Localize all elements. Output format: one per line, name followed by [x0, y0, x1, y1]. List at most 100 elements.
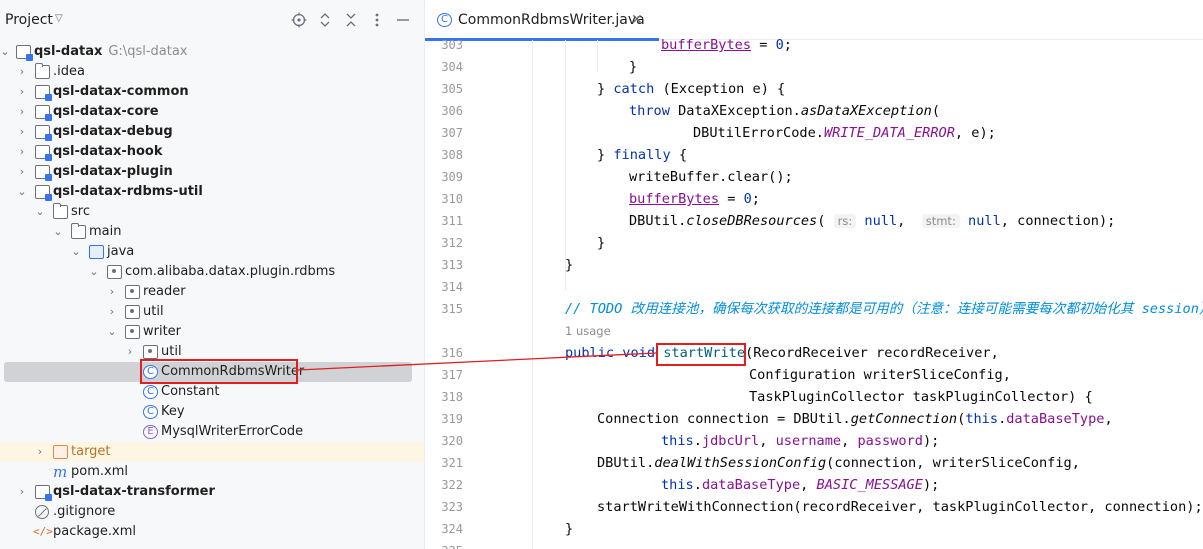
package-icon: [143, 345, 158, 359]
code-line: this.dataBaseType, BASIC_MESSAGE);: [661, 477, 940, 493]
source-folder-icon: [89, 245, 104, 259]
code-line: DBUtil.dealWithSessionConfig(connection,…: [597, 455, 1080, 471]
chevron-down-icon[interactable]: ⌄: [16, 182, 28, 202]
more-options-icon[interactable]: [368, 11, 386, 29]
parameter-hint: stmt:: [921, 214, 960, 228]
indent-guide: [565, 40, 566, 290]
folder-icon: [35, 63, 50, 79]
tree-item-label: qsl-datax-hook: [53, 144, 163, 159]
locate-target-icon[interactable]: [290, 11, 308, 29]
chevron-right-icon[interactable]: ›: [124, 342, 136, 362]
tree-item-qsl-datax-debug[interactable]: › qsl-datax-debug: [0, 122, 424, 142]
tree-item-java[interactable]: ⌄ java: [0, 242, 424, 262]
tree-item-label: qsl-datax-transformer: [53, 484, 215, 499]
code-area[interactable]: bufferBytes = 0; } } catch (Exception e)…: [425, 37, 1203, 549]
code-line: throw DataXException.asDataXException(: [629, 103, 941, 119]
tree-item-label: .idea: [53, 64, 85, 79]
code-line: DBUtil.closeDBResources( rs: null, stmt:…: [629, 213, 1116, 229]
minimize-icon[interactable]: [394, 11, 412, 29]
code-line: bufferBytes = 0;: [661, 37, 792, 53]
code-line: Connection connection = DBUtil.getConnec…: [597, 411, 1113, 427]
chevron-right-icon[interactable]: ›: [106, 282, 118, 302]
chevron-right-icon[interactable]: ›: [34, 442, 46, 462]
annotation-highlight-box: [140, 359, 298, 384]
chevron-right-icon[interactable]: ›: [16, 62, 28, 82]
class-icon: C: [437, 13, 452, 27]
chevron-right-icon[interactable]: ›: [16, 162, 28, 182]
code-line: startWriteWithConnection(recordReceiver,…: [597, 499, 1203, 515]
ignore-file-icon: [35, 505, 49, 519]
module-icon: [16, 45, 33, 61]
tree-item-rdbms-package[interactable]: ⌄ com.alibaba.datax.plugin.rdbms: [0, 262, 424, 282]
chevron-right-icon[interactable]: ›: [16, 82, 28, 102]
tree-item-idea[interactable]: › .idea: [0, 62, 424, 82]
module-icon: [35, 85, 52, 101]
chevron-down-icon[interactable]: ⌄: [88, 262, 100, 282]
chevron-right-icon[interactable]: ›: [16, 122, 28, 142]
chevron-down-icon[interactable]: ⌄: [52, 222, 64, 242]
tree-item-main[interactable]: ⌄ main: [0, 222, 424, 242]
package-icon: [125, 285, 140, 299]
chevron-right-icon[interactable]: ›: [16, 142, 28, 162]
module-icon: [35, 145, 52, 161]
chevron-right-icon[interactable]: ›: [16, 482, 28, 502]
tree-item-label: Constant: [161, 384, 220, 399]
chevron-right-icon[interactable]: ›: [16, 102, 28, 122]
tree-item-qsl-datax[interactable]: ⌄ qsl-datax G:\qsl-datax: [0, 42, 424, 62]
tree-item-reader[interactable]: › reader: [0, 282, 424, 302]
code-line: }: [629, 59, 638, 75]
tree-item-pom-xml[interactable]: m pom.xml: [0, 462, 424, 482]
class-icon: C: [143, 405, 158, 419]
code-editor: C CommonRdbmsWriter.java ✕ 303 304 305 306 3…: [425, 0, 1203, 549]
tree-item-qsl-datax-hook[interactable]: › qsl-datax-hook: [0, 142, 424, 162]
code-line: TaskPluginCollector taskPluginCollector)…: [749, 389, 1093, 405]
code-line: } catch (Exception e) {: [597, 81, 786, 97]
tree-item-label: java: [107, 244, 135, 259]
tree-item-gitignore[interactable]: .gitignore: [0, 502, 424, 522]
chevron-down-icon[interactable]: ⌄: [106, 322, 118, 342]
tree-item-label: package.xml: [53, 524, 136, 539]
tree-item-package-xml[interactable]: </> package.xml: [0, 522, 424, 542]
tree-item-qsl-datax-core[interactable]: › qsl-datax-core: [0, 102, 424, 122]
tree-item-util[interactable]: › util: [0, 302, 424, 322]
todo-comment: // TODO 改用连接池，确保每次获取的连接都是可用的（注意：连接可能需要每次…: [565, 301, 1203, 317]
chevron-down-icon[interactable]: ⌄: [70, 242, 82, 262]
folder-icon: [71, 223, 86, 239]
tree-item-qsl-datax-rdbms-util[interactable]: ⌄ qsl-datax-rdbms-util: [0, 182, 424, 202]
tree-item-qsl-datax-plugin[interactable]: › qsl-datax-plugin: [0, 162, 424, 182]
tree-item-label: qsl-datax-rdbms-util: [53, 184, 203, 199]
tree-item-label: qsl-datax-core: [53, 104, 159, 119]
tree-item-qsl-datax-common[interactable]: › qsl-datax-common: [0, 82, 424, 102]
usage-hint[interactable]: 1 usage: [565, 324, 611, 338]
chevron-down-icon[interactable]: ⌄: [0, 42, 11, 62]
editor-tab-bar: C CommonRdbmsWriter.java ✕: [425, 0, 1203, 41]
tree-item-key[interactable]: C Key: [0, 402, 424, 422]
expand-all-icon[interactable]: [316, 11, 334, 29]
parameter-hint: rs:: [833, 214, 857, 228]
tree-item-label: qsl-datax-debug: [53, 124, 173, 139]
indent-guide: [597, 40, 598, 72]
chevron-down-icon[interactable]: ⌄: [34, 202, 46, 222]
code-line: this.jdbcUrl, username, password);: [661, 433, 940, 449]
code-line: }: [597, 235, 606, 251]
module-icon: [35, 185, 52, 201]
tree-item-label: util: [143, 304, 164, 319]
chevron-right-icon[interactable]: ›: [106, 302, 118, 322]
tree-item-label: qsl-datax-common: [53, 84, 189, 99]
tree-item-constant[interactable]: C Constant: [0, 382, 424, 402]
project-panel-title[interactable]: Project: [5, 12, 53, 28]
tree-item-mysqlwritererrorcode[interactable]: E MysqlWriterErrorCode: [0, 422, 424, 442]
tree-item-label: main: [89, 224, 122, 239]
indent-guide: [532, 40, 533, 549]
collapse-all-icon[interactable]: [342, 11, 360, 29]
folder-icon: [53, 203, 68, 219]
tree-item-src[interactable]: ⌄ src: [0, 202, 424, 222]
tree-item-qsl-datax-transformer[interactable]: › qsl-datax-transformer: [0, 482, 424, 502]
tree-item-writer[interactable]: ⌄ writer: [0, 322, 424, 342]
annotation-highlight-box: [656, 343, 746, 366]
tree-item-target[interactable]: › target: [0, 442, 424, 462]
tree-item-label: qsl-datax: [34, 44, 103, 59]
chevron-down-icon[interactable]: ▽: [55, 13, 63, 24]
close-icon[interactable]: ✕: [631, 11, 643, 28]
project-tool-window: Project ▽ ⌄ qsl-datax G:\qsl-datax › .ide…: [0, 0, 425, 549]
